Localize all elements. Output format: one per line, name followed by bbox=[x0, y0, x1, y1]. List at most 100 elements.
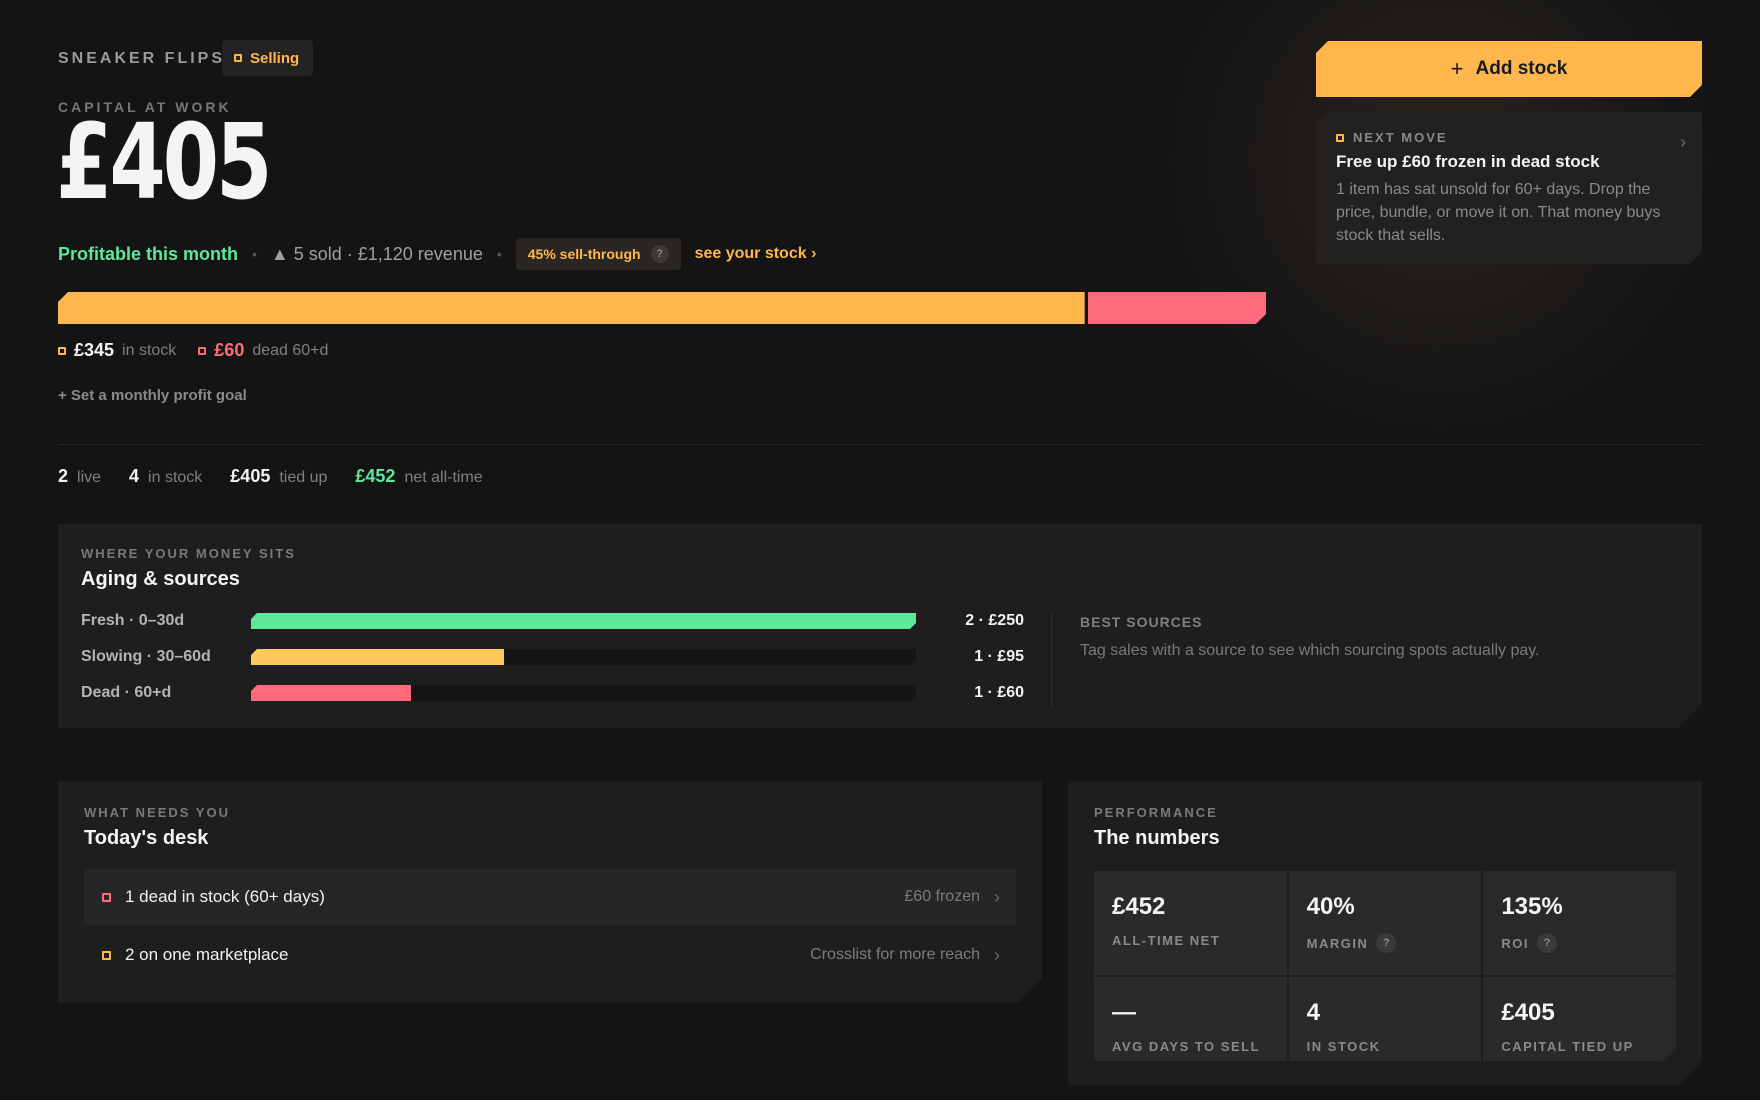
alert-square-icon bbox=[102, 893, 111, 902]
stats-row: 2 live 4 in stock £405 tied up £452 net … bbox=[58, 466, 511, 487]
stat-net-label: net all-time bbox=[404, 469, 483, 486]
desk-item-text: 2 on one marketplace bbox=[125, 945, 289, 964]
in-stock-segment bbox=[58, 292, 1085, 324]
metric-label: CAPITAL TIED UP bbox=[1501, 1039, 1634, 1054]
performance-title: The numbers bbox=[1094, 827, 1220, 849]
aging-row-label: Slowing · 30–60d bbox=[81, 648, 211, 665]
metric-label: AVG DAYS TO SELL bbox=[1112, 1039, 1261, 1054]
profit-status: Profitable this month bbox=[58, 243, 238, 264]
aging-row-dead: Dead · 60+d 1 · £60 bbox=[81, 684, 1041, 702]
aging-row-value: 2 · £250 bbox=[965, 612, 1024, 629]
metric-avg-days: — AVG DAYS TO SELL bbox=[1094, 977, 1287, 1076]
numbers-grid: £452 ALL-TIME NET 40% MARGIN? 135% ROI? … bbox=[1094, 871, 1676, 1061]
desk-item-meta: £60 frozen bbox=[904, 888, 980, 905]
status-label: Selling bbox=[250, 49, 300, 67]
stat-in-stock-value: 4 bbox=[129, 466, 140, 486]
metric-label: MARGIN bbox=[1306, 935, 1369, 951]
desk-item-crosslist[interactable]: 2 on one marketplace Crosslist for more … bbox=[84, 927, 1016, 983]
dead-stock-segment bbox=[1088, 292, 1266, 324]
capital-value: £405 bbox=[56, 101, 272, 223]
help-icon[interactable]: ? bbox=[1376, 933, 1396, 953]
stat-live-label: live bbox=[77, 469, 102, 486]
chevron-right-icon: › bbox=[994, 886, 1000, 907]
performance-card: PERFORMANCE The numbers £452 ALL-TIME NE… bbox=[1068, 781, 1702, 1085]
metric-value: — bbox=[1112, 999, 1136, 1026]
separator-dot: • bbox=[252, 246, 257, 262]
next-move-label: NEXT MOVE bbox=[1353, 130, 1448, 145]
square-dot-icon bbox=[1336, 134, 1344, 142]
aging-row-fresh: Fresh · 0–30d 2 · £250 bbox=[81, 612, 1041, 630]
set-goal-link[interactable]: + Set a monthly profit goal bbox=[58, 387, 247, 404]
stat-live-value: 2 bbox=[58, 466, 69, 486]
aging-fill-dead bbox=[251, 685, 411, 701]
stat-net-value: £452 bbox=[355, 466, 396, 486]
add-stock-button[interactable]: + Add stock bbox=[1316, 41, 1702, 97]
divider bbox=[58, 444, 1702, 445]
aging-card: WHERE YOUR MONEY SITS Aging & sources Fr… bbox=[58, 524, 1702, 728]
stat-tied-up-label: tied up bbox=[279, 469, 328, 486]
add-stock-label: Add stock bbox=[1475, 58, 1568, 79]
next-move-header: NEXT MOVE bbox=[1336, 130, 1448, 145]
desk-item-meta: Crosslist for more reach bbox=[810, 946, 980, 963]
metric-label: ROI bbox=[1501, 935, 1529, 951]
status-dot-icon bbox=[234, 54, 242, 62]
aging-fill-fresh bbox=[251, 613, 916, 629]
desk-eyebrow: WHAT NEEDS YOU bbox=[84, 805, 230, 820]
brand-title: SNEAKER FLIPS bbox=[58, 50, 226, 67]
performance-eyebrow: PERFORMANCE bbox=[1094, 805, 1218, 820]
chevron-right-icon: › bbox=[1680, 132, 1686, 152]
next-move-body: 1 item has sat unsold for 60+ days. Drop… bbox=[1336, 181, 1661, 244]
best-sources-heading: BEST SOURCES bbox=[1080, 614, 1203, 630]
metric-all-time-net: £452 ALL-TIME NET bbox=[1094, 871, 1287, 975]
plus-icon: + bbox=[1450, 56, 1464, 81]
aging-title: Aging & sources bbox=[81, 568, 240, 590]
aging-track bbox=[251, 649, 916, 665]
in-stock-swatch-icon bbox=[58, 346, 66, 355]
metric-margin: 40% MARGIN? bbox=[1289, 871, 1482, 975]
desk-title: Today's desk bbox=[84, 827, 209, 849]
metric-label: ALL-TIME NET bbox=[1112, 933, 1221, 948]
aging-eyebrow: WHERE YOUR MONEY SITS bbox=[81, 546, 296, 561]
metric-label: IN STOCK bbox=[1306, 1039, 1381, 1054]
stock-legend: £345 in stock £60 dead 60+d bbox=[58, 340, 342, 361]
metric-capital-tied-up: £405 CAPITAL TIED UP bbox=[1483, 977, 1676, 1076]
metric-value: 135% bbox=[1501, 893, 1563, 920]
aging-track bbox=[251, 685, 916, 701]
best-sources-text: Tag sales with a source to see which sou… bbox=[1080, 642, 1540, 659]
aging-row-label: Dead · 60+d bbox=[81, 684, 172, 701]
desk-item-dead-stock[interactable]: 1 dead in stock (60+ days) £60 frozen › bbox=[84, 869, 1016, 925]
aging-row-label: Fresh · 0–30d bbox=[81, 612, 185, 629]
aging-fill-slowing bbox=[251, 649, 504, 665]
status-pill[interactable]: Selling bbox=[222, 40, 314, 76]
metric-value: £405 bbox=[1501, 999, 1555, 1026]
desk-item-text: 1 dead in stock (60+ days) bbox=[125, 887, 325, 906]
vertical-divider bbox=[1051, 612, 1052, 708]
sell-through-badge[interactable]: 45% sell-through ? bbox=[515, 238, 681, 270]
dead-stock-swatch-icon bbox=[198, 346, 207, 355]
aging-row-value: 1 · £60 bbox=[974, 684, 1024, 701]
metric-value: £452 bbox=[1112, 893, 1166, 920]
todays-desk-card: WHAT NEEDS YOU Today's desk 1 dead in st… bbox=[58, 781, 1042, 1003]
sold-revenue: ▲ 5 sold · £1,120 revenue bbox=[270, 243, 483, 264]
summary-line: Profitable this month • ▲ 5 sold · £1,12… bbox=[58, 238, 816, 270]
see-stock-link[interactable]: see your stock › bbox=[695, 245, 817, 263]
help-icon[interactable]: ? bbox=[1537, 933, 1557, 953]
sell-through-label: 45% sell-through bbox=[527, 246, 641, 262]
dead-stock-label: dead 60+d bbox=[252, 341, 329, 359]
in-stock-label: in stock bbox=[122, 341, 177, 359]
aging-row-slowing: Slowing · 30–60d 1 · £95 bbox=[81, 648, 1041, 666]
stock-bar bbox=[58, 292, 1266, 324]
metric-value: 4 bbox=[1306, 999, 1321, 1026]
warning-square-icon bbox=[102, 951, 111, 960]
help-icon[interactable]: ? bbox=[650, 245, 669, 263]
stat-in-stock-label: in stock bbox=[148, 469, 203, 486]
stat-tied-up-value: £405 bbox=[230, 466, 271, 486]
next-move-card[interactable]: NEXT MOVE › Free up £60 frozen in dead s… bbox=[1316, 112, 1702, 264]
aging-track bbox=[251, 613, 916, 629]
dead-stock-value: £60 bbox=[214, 340, 245, 360]
metric-roi: 135% ROI? bbox=[1483, 871, 1676, 975]
metric-value: 40% bbox=[1306, 893, 1355, 920]
next-move-title: Free up £60 frozen in dead stock bbox=[1336, 152, 1600, 171]
aging-row-value: 1 · £95 bbox=[974, 648, 1024, 665]
metric-in-stock: 4 IN STOCK bbox=[1289, 977, 1482, 1076]
